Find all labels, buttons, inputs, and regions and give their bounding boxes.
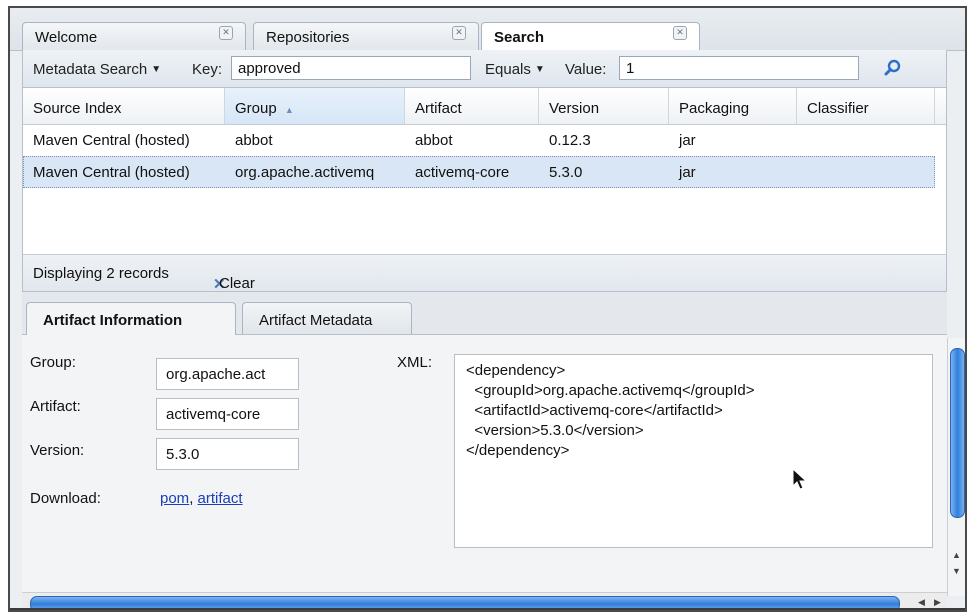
xml-line: </dependency> [466,442,570,459]
xml-line: <groupId>org.apache.activemq</groupId> [466,382,755,399]
search-icon[interactable] [883,58,903,82]
column-label: Source Index [33,100,122,117]
scrollbar-thumb[interactable] [30,596,900,610]
key-label: Key: [192,61,223,78]
column-label: Group [235,100,277,117]
operator-label: Equals [485,61,531,78]
cell-group: abbot [235,132,273,149]
table-row[interactable]: Maven Central (hosted) org.apache.active… [23,156,935,188]
results-status-bar: Displaying 2 records ✕ Clear Results [22,254,947,309]
column-label: Version [549,100,600,117]
tab-label: Artifact Information [43,312,183,329]
operator-dropdown[interactable]: Equals ▼ [485,61,545,78]
tab-label: Artifact Metadata [259,312,373,329]
column-source-index[interactable]: Source Index [23,88,225,124]
scrollbar-thumb[interactable] [950,348,965,518]
vertical-scrollbar[interactable]: ▲ ▼ [947,338,965,596]
horizontal-scrollbar[interactable]: ◀ ▶ [22,592,947,610]
group-label: Group: [30,354,76,371]
tab-label: Repositories [266,29,350,46]
chevron-down-icon: ▼ [151,64,162,75]
tab-artifact-information[interactable]: Artifact Information [26,302,236,335]
search-toolbar: Metadata Search▼ Key: Equals▼ Value: [22,50,947,88]
version-label: Version: [30,442,85,459]
table-row[interactable]: Maven Central (hosted) abbot abbot 0.12.… [23,124,935,156]
version-field[interactable]: 5.3.0 [156,438,299,470]
record-count: Displaying 2 records [33,265,169,282]
download-artifact-link[interactable]: artifact [198,490,243,507]
grid-header: Source Index Group ▲ Artifact Version Pa… [23,88,946,125]
close-icon[interactable]: ✕ [219,26,233,40]
key-input[interactable] [231,56,471,80]
sort-ascending-icon: ▲ [284,105,294,115]
column-group[interactable]: Group ▲ [225,88,405,124]
artifact-label: Artifact: [30,398,81,415]
column-label: Classifier [807,100,869,117]
scroll-down-icon[interactable]: ▼ [952,566,961,576]
column-packaging[interactable]: Packaging [669,88,797,124]
scroll-left-icon[interactable]: ◀ [918,597,925,608]
xml-line: <version>5.3.0</version> [466,422,644,439]
download-links: pom, artifact [160,490,243,507]
cell-artifact: abbot [415,132,453,149]
cell-packaging: jar [679,164,696,181]
cell-artifact: activemq-core [415,164,510,181]
search-mode-label: Metadata Search [33,61,148,78]
tab-strip: Welcome ✕ Repositories ✕ Search ✕ [10,8,965,51]
artifact-field[interactable]: activemq-core [156,398,299,430]
close-icon[interactable]: ✕ [452,26,466,40]
value-label: Value: [565,61,607,78]
scroll-up-icon[interactable]: ▲ [952,550,961,560]
download-pom-link[interactable]: pom [160,490,189,507]
xml-snippet-box[interactable]: <dependency> <groupId>org.apache.activem… [454,354,933,548]
search-window: Welcome ✕ Repositories ✕ Search ✕ Metada… [8,6,967,612]
cell-packaging: jar [679,132,696,149]
xml-label: XML: [397,354,433,371]
xml-line: <artifactId>activemq-core</artifactId> [466,402,723,419]
group-field[interactable]: org.apache.act [156,358,299,390]
tab-label: Search [494,29,545,46]
tab-welcome[interactable]: Welcome ✕ [22,22,246,50]
tab-artifact-metadata[interactable]: Artifact Metadata [242,302,412,334]
download-label: Download: [30,490,101,507]
cell-group: org.apache.activemq [235,164,375,181]
scroll-right-icon[interactable]: ▶ [934,597,941,608]
search-mode-dropdown[interactable]: Metadata Search ▼ [33,61,161,78]
tab-repositories[interactable]: Repositories ✕ [253,22,479,50]
cell-source: Maven Central (hosted) [33,132,190,149]
xml-line: <dependency> [466,362,566,379]
mouse-cursor-icon [792,468,808,490]
tab-label: Welcome [35,29,98,46]
column-classifier[interactable]: Classifier [797,88,935,124]
detail-tab-strip: Artifact Information Artifact Metadata [22,292,947,335]
results-grid: Source Index Group ▲ Artifact Version Pa… [22,88,947,254]
artifact-detail-panel: Artifact Information Artifact Metadata G… [22,292,947,598]
close-icon[interactable]: ✕ [673,26,687,40]
column-artifact[interactable]: Artifact [405,88,539,124]
column-label: Packaging [679,100,750,117]
cell-source: Maven Central (hosted) [33,164,190,181]
chevron-down-icon: ▼ [534,64,545,75]
tab-search[interactable]: Search ✕ [481,22,700,51]
cell-version: 5.3.0 [549,164,583,181]
value-input[interactable] [619,56,859,80]
column-label: Artifact [415,100,462,117]
column-version[interactable]: Version [539,88,669,124]
cell-version: 0.12.3 [549,132,591,149]
link-separator: , [189,490,194,507]
